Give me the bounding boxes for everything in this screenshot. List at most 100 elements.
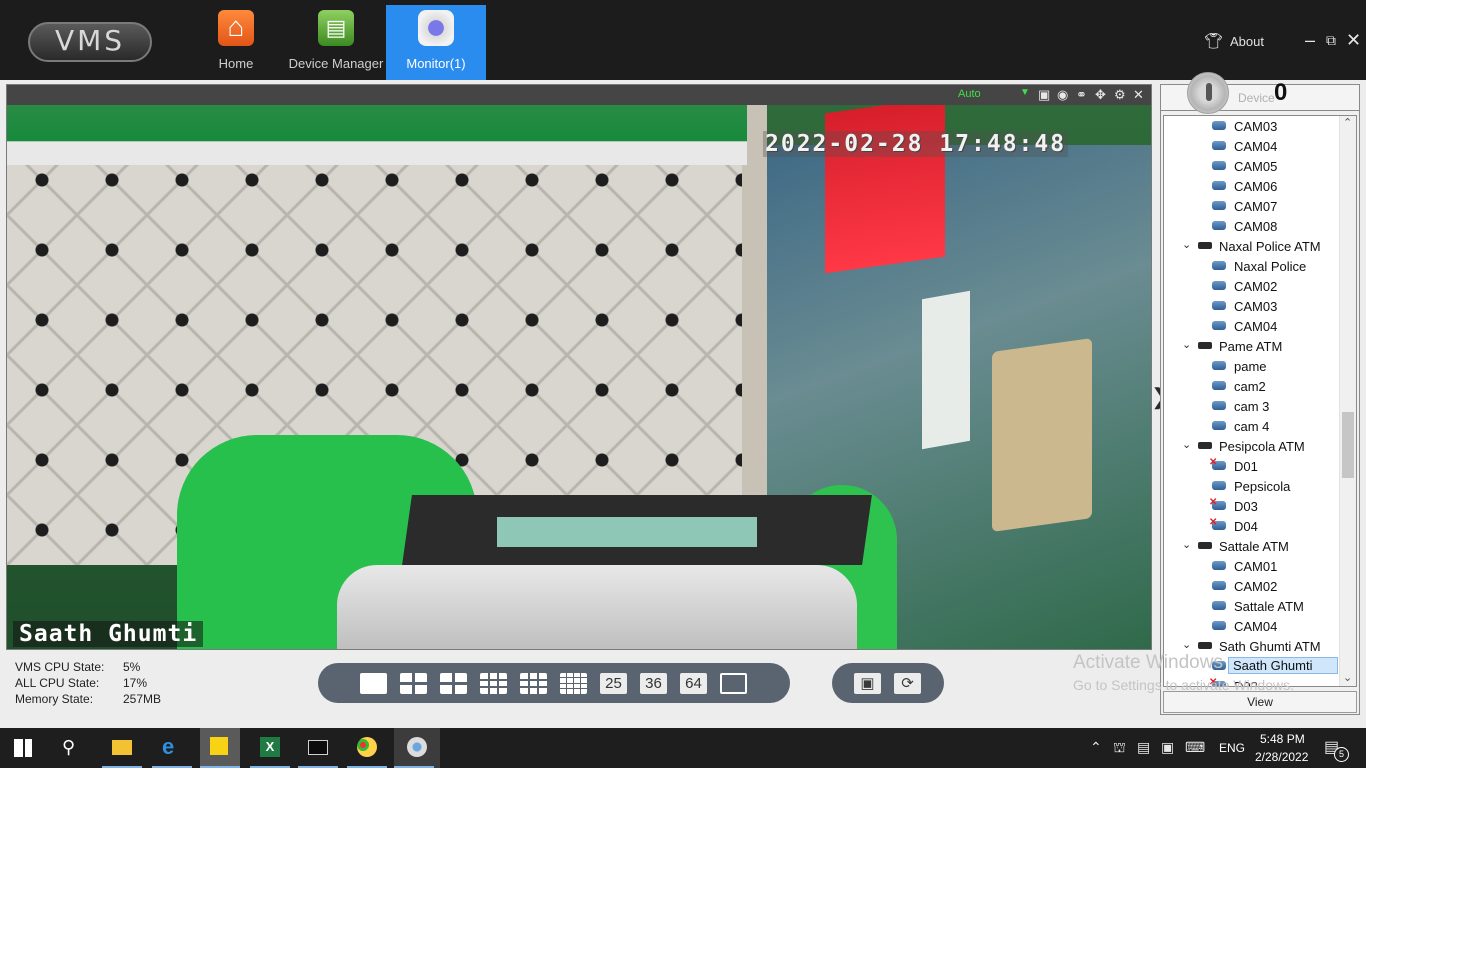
start-button[interactable] <box>0 728 40 768</box>
camera-feed[interactable]: 2022-02-28 17:48:48 Saath Ghumti <box>7 105 1151 649</box>
tree-group[interactable]: ⌄ Naxal Police ATM <box>1164 236 1342 256</box>
audio-icon[interactable]: ⚭ <box>1076 87 1087 103</box>
monitor-icon <box>418 10 454 46</box>
save-icon[interactable]: ▣ <box>854 673 881 694</box>
video-panel[interactable]: Auto ▼ ▣ ◉ ⚭ ✥ ⚙ ✕ 2022-02-28 17:48:48 S… <box>6 84 1152 650</box>
activation-watermark-title: Activate Windows <box>1073 652 1223 673</box>
tree-camera[interactable]: cam 3 <box>1164 396 1342 416</box>
tree-group[interactable]: ⌄ Sattale ATM <box>1164 536 1342 556</box>
tree-camera[interactable]: CAM02 <box>1164 576 1342 596</box>
vms-icon <box>407 737 427 757</box>
nav-monitor-button[interactable]: Monitor(1) <box>386 5 486 80</box>
layout-9-button[interactable] <box>520 673 547 694</box>
tree-camera[interactable]: Naxal Police <box>1164 256 1342 276</box>
camera-icon <box>1212 361 1226 370</box>
layout-16-button[interactable] <box>560 673 587 694</box>
expand-chevron-icon[interactable]: ⌄ <box>1182 538 1191 551</box>
layout-25-button[interactable]: 25 <box>600 673 627 694</box>
minimize-button[interactable]: – <box>1305 30 1315 50</box>
vms-window: VMS Home Device Manager Monitor(1) 👕︎ Abo… <box>0 0 1366 728</box>
security-icon[interactable]: ⛫ <box>1113 739 1126 758</box>
vpn-icon[interactable]: ▤ <box>1137 739 1150 756</box>
dvr-icon <box>1198 242 1212 249</box>
nav-home-button[interactable]: Home <box>186 5 286 80</box>
keyboard-icon[interactable]: ⌨ <box>1185 739 1205 756</box>
scroll-up-icon[interactable]: ⌃ <box>1343 116 1352 129</box>
network-icon[interactable]: ▣ <box>1161 739 1174 756</box>
tree-camera[interactable]: CAM05 <box>1164 156 1342 176</box>
tree-camera[interactable]: CAM02 <box>1164 276 1342 296</box>
expand-chevron-icon[interactable]: ⌄ <box>1182 438 1191 451</box>
layout-36-button[interactable]: 36 <box>640 673 667 694</box>
about-button[interactable]: 👕︎ About <box>1204 32 1264 50</box>
layout-6-button[interactable] <box>440 673 467 694</box>
camera-icon <box>1212 181 1226 190</box>
tree-camera[interactable]: CAM01 <box>1164 556 1342 576</box>
layout-64-button[interactable]: 64 <box>680 673 707 694</box>
stream-mode-select[interactable]: Auto <box>958 88 981 100</box>
tree-camera[interactable]: CAM07 <box>1164 196 1342 216</box>
stat-label: ALL CPU State: <box>15 676 100 690</box>
close-button[interactable]: ✕ <box>1346 30 1361 50</box>
tree-camera[interactable]: CAM03 <box>1164 296 1342 316</box>
tree-camera[interactable]: D01 <box>1164 456 1342 476</box>
scroll-thumb[interactable] <box>1342 412 1354 478</box>
view-button[interactable]: View <box>1163 691 1357 713</box>
show-hidden-icons-icon[interactable]: ⌃ <box>1090 739 1102 756</box>
excel-button[interactable]: X <box>250 728 290 768</box>
stream-dropdown-icon[interactable]: ▼ <box>1020 87 1030 98</box>
layout-1-button[interactable] <box>360 673 387 694</box>
layout-4-button[interactable] <box>400 673 427 694</box>
expand-chevron-icon[interactable]: ⌄ <box>1182 238 1191 251</box>
expand-chevron-icon[interactable]: ⌄ <box>1182 338 1191 351</box>
tree-node-label: CAM02 <box>1234 279 1278 294</box>
tree-camera[interactable]: Pepsicola <box>1164 476 1342 496</box>
file-explorer-button[interactable] <box>102 728 142 768</box>
internet-explorer-icon: e <box>162 734 175 759</box>
clock-date[interactable]: 2/28/2022 <box>1255 750 1308 764</box>
tree-camera[interactable]: cam2 <box>1164 376 1342 396</box>
microphone-icon[interactable] <box>1187 72 1229 114</box>
tree-camera[interactable]: CAM03 <box>1164 116 1342 136</box>
tree-camera[interactable]: CAM04 <box>1164 316 1342 336</box>
restore-button[interactable]: ⧉ <box>1326 30 1336 50</box>
scroll-down-icon[interactable]: ⌄ <box>1343 671 1352 684</box>
tree-camera[interactable]: CAM08 <box>1164 216 1342 236</box>
tree-group[interactable]: ⌄ Pesipcola ATM <box>1164 436 1342 456</box>
tree-node-label: Pame ATM <box>1219 339 1283 354</box>
settings-icon[interactable]: ⚙ <box>1114 87 1126 103</box>
playback-icon[interactable]: ⟳ <box>894 673 921 694</box>
layout-8-button[interactable] <box>480 673 507 694</box>
fullscreen-button[interactable] <box>720 673 747 694</box>
tree-camera[interactable]: CAM06 <box>1164 176 1342 196</box>
tree-group[interactable]: ⌄ Pame ATM <box>1164 336 1342 356</box>
expand-chevron-icon[interactable]: ⌄ <box>1182 638 1191 651</box>
camera-icon <box>1212 561 1226 570</box>
paint-button[interactable] <box>347 728 387 768</box>
nav-device-manager-button[interactable]: Device Manager <box>286 5 386 80</box>
feed-paper <box>922 290 970 450</box>
clock-time[interactable]: 5:48 PM <box>1260 732 1305 746</box>
search-button[interactable]: ⚲ <box>52 728 92 768</box>
device-tab[interactable]: Device 0 <box>1161 72 1359 114</box>
tree-camera[interactable]: D03 <box>1164 496 1342 516</box>
tree-camera[interactable]: cam 4 <box>1164 416 1342 436</box>
device-tree[interactable]: CAM03 CAM04 CAM05 CAM06 CAM07 CAM08 ⌄ Naxal Pol… <box>1163 115 1357 687</box>
camera-icon <box>1212 141 1226 150</box>
tree-node-label: CAM05 <box>1234 159 1278 174</box>
tree-scrollbar[interactable]: ⌃ ⌄ <box>1339 116 1356 686</box>
ptz-icon[interactable]: ✥ <box>1095 87 1106 103</box>
command-prompt-button[interactable] <box>298 728 338 768</box>
sticky-notes-button[interactable] <box>200 728 240 768</box>
tree-camera[interactable]: CAM04 <box>1164 616 1342 636</box>
tree-camera[interactable]: CAM04 <box>1164 136 1342 156</box>
close-icon[interactable]: ✕ <box>1133 87 1144 103</box>
language-indicator[interactable]: ENG <box>1219 741 1245 755</box>
vms-taskbar-button[interactable] <box>394 728 440 768</box>
record-icon[interactable]: ▣ <box>1038 87 1050 103</box>
snapshot-icon[interactable]: ◉ <box>1057 87 1068 103</box>
tree-camera[interactable]: D04 <box>1164 516 1342 536</box>
tree-camera[interactable]: pame <box>1164 356 1342 376</box>
tree-camera[interactable]: Sattale ATM <box>1164 596 1342 616</box>
internet-explorer-button[interactable]: e <box>152 728 192 768</box>
